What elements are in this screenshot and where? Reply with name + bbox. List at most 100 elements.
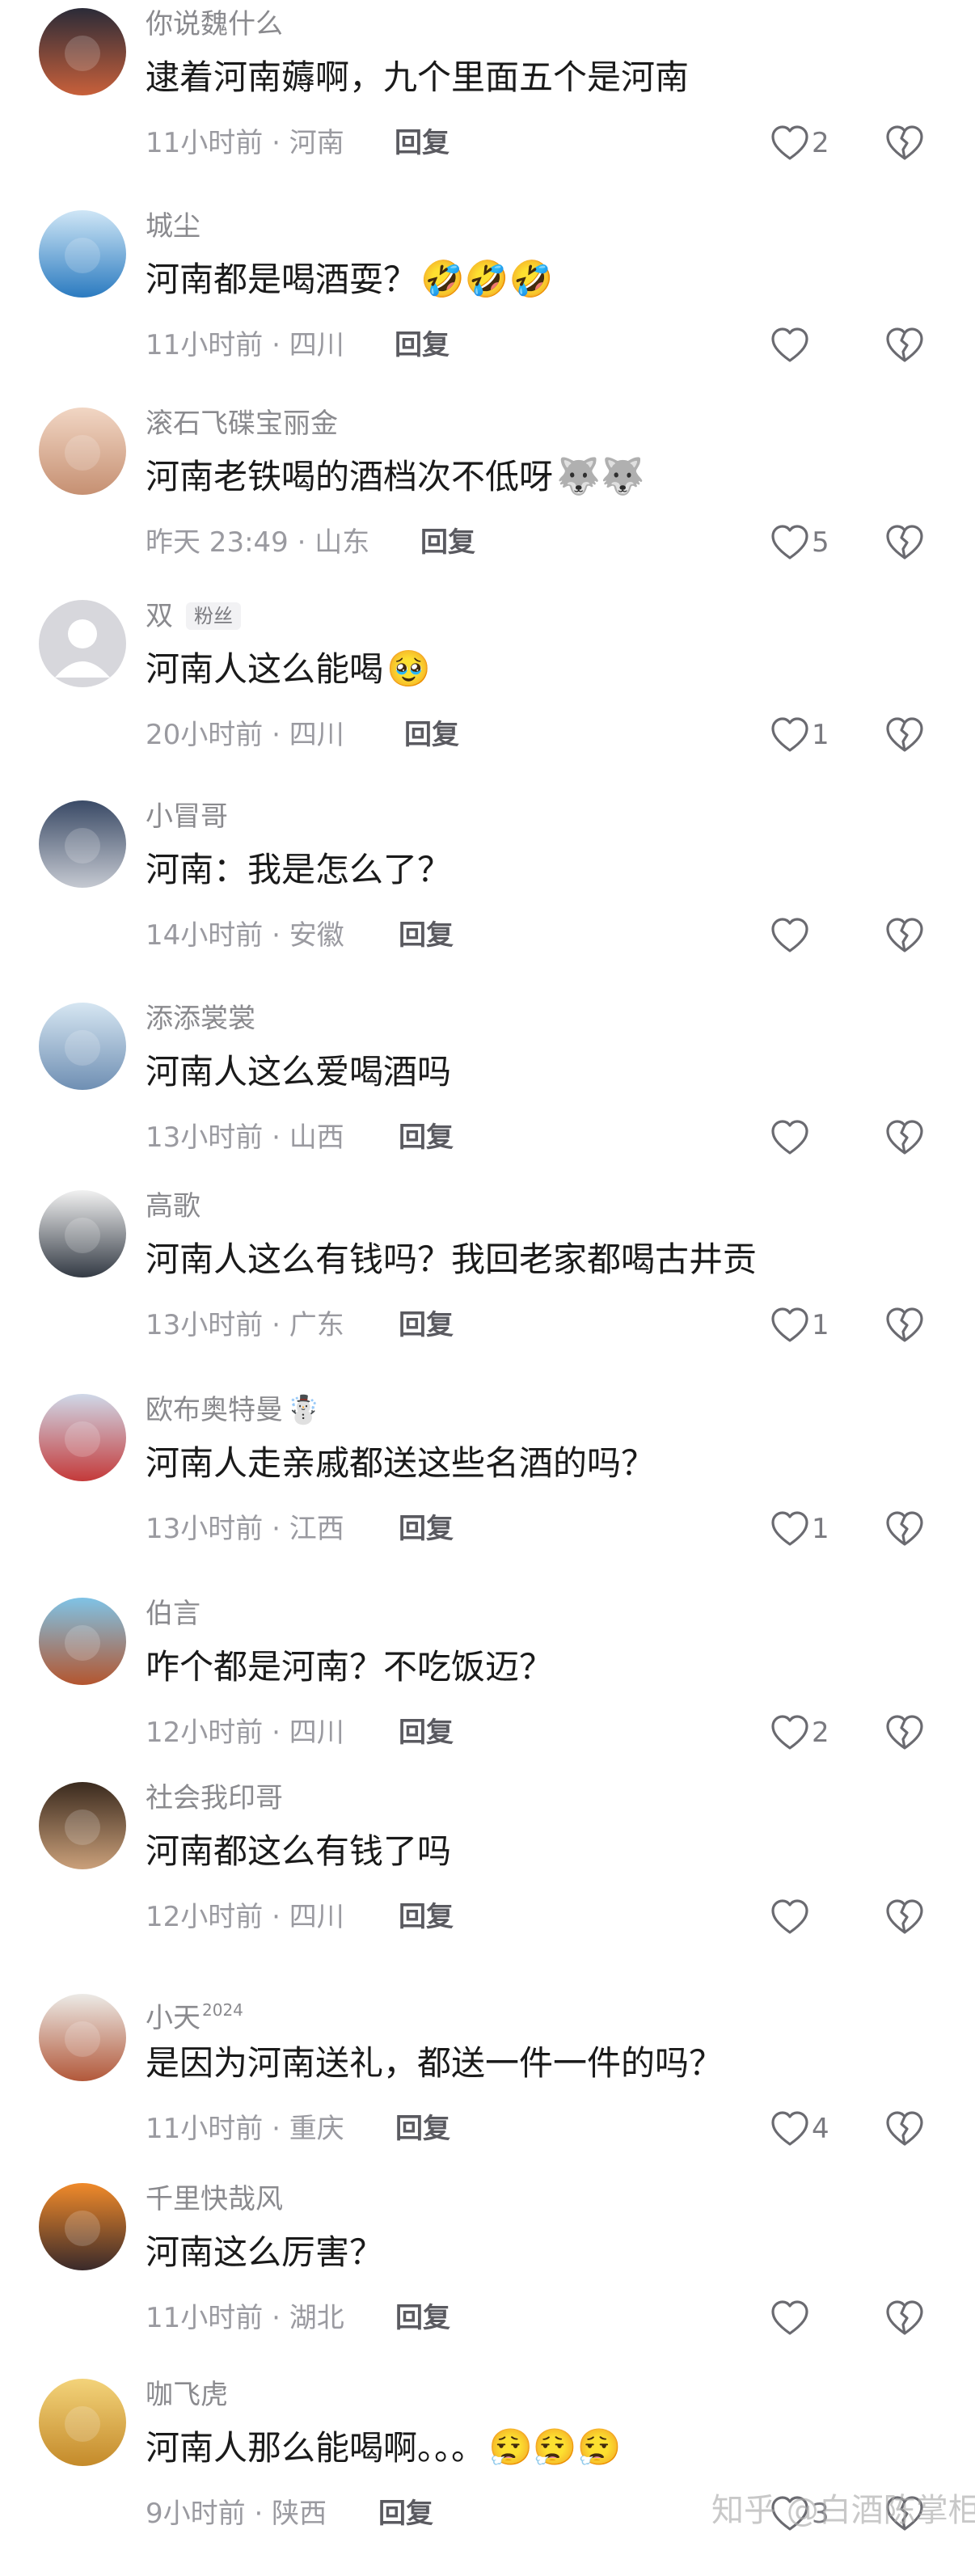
dislike-broken-heart-icon[interactable] bbox=[883, 1304, 926, 1348]
avatar[interactable] bbox=[39, 600, 126, 687]
username-row[interactable]: 城尘 bbox=[146, 210, 200, 243]
reply-button[interactable]: 回复 bbox=[378, 2497, 433, 2531]
comment-location: 四川 bbox=[289, 329, 344, 361]
like-count: 1 bbox=[812, 1513, 829, 1545]
username-row[interactable]: 小冒哥 bbox=[146, 800, 228, 833]
comment-meta: 13小时前 · 山西 bbox=[146, 1121, 344, 1154]
username-row[interactable]: 添添裳裳 bbox=[146, 1003, 255, 1035]
reply-button[interactable]: 回复 bbox=[399, 1900, 454, 1934]
comment-time: 昨天 23:49 bbox=[146, 526, 289, 559]
username[interactable]: 城尘 bbox=[146, 210, 200, 243]
dislike-broken-heart-icon[interactable] bbox=[883, 1712, 926, 1755]
comment-meta: 12小时前 · 四川 bbox=[146, 1717, 344, 1749]
avatar[interactable] bbox=[39, 2183, 126, 2270]
username[interactable]: 高歌 bbox=[146, 1190, 200, 1223]
reply-button[interactable]: 回复 bbox=[395, 126, 450, 160]
avatar[interactable] bbox=[39, 210, 126, 298]
username-row[interactable]: 滚石飞碟宝丽金 bbox=[146, 408, 338, 440]
comment-time: 12小时前 bbox=[146, 1717, 264, 1749]
dislike-broken-heart-icon[interactable] bbox=[883, 2297, 926, 2341]
username-row[interactable]: 你说魏什么 bbox=[146, 8, 283, 40]
reply-button[interactable]: 回复 bbox=[399, 1121, 454, 1155]
username[interactable]: 伯言 bbox=[146, 1598, 200, 1630]
comment-text-row: 是因为河南送礼，都送一件一件的吗？ bbox=[146, 2041, 723, 2086]
comment-location: 四川 bbox=[289, 719, 344, 751]
reply-button[interactable]: 回复 bbox=[420, 526, 475, 560]
reply-button[interactable]: 回复 bbox=[399, 1308, 454, 1342]
like-heart-icon[interactable] bbox=[768, 714, 812, 758]
username[interactable]: 小天 bbox=[146, 2002, 200, 2034]
username[interactable]: 千里快哉风 bbox=[146, 2183, 283, 2215]
username-row[interactable]: 伯言 bbox=[146, 1598, 200, 1630]
like-heart-icon[interactable] bbox=[768, 1896, 812, 1940]
username-row[interactable]: 社会我印哥 bbox=[146, 1782, 283, 1814]
comment-location: 江西 bbox=[289, 1513, 344, 1545]
comment-time: 13小时前 bbox=[146, 1513, 264, 1545]
avatar[interactable] bbox=[39, 1394, 126, 1481]
like-heart-icon[interactable] bbox=[768, 2108, 812, 2152]
reply-button[interactable]: 回复 bbox=[399, 918, 454, 952]
like-count: 4 bbox=[812, 2113, 829, 2145]
avatar[interactable] bbox=[39, 800, 126, 888]
comment-meta: 20小时前 · 四川 bbox=[146, 719, 344, 751]
comment-text: 河南人这么能喝 bbox=[146, 649, 384, 689]
like-heart-icon[interactable] bbox=[768, 1304, 812, 1348]
like-heart-icon[interactable] bbox=[768, 914, 812, 958]
avatar[interactable] bbox=[39, 2379, 126, 2466]
reply-button[interactable]: 回复 bbox=[395, 2301, 450, 2335]
avatar[interactable] bbox=[39, 8, 126, 95]
dislike-broken-heart-icon[interactable] bbox=[883, 2108, 926, 2152]
username-row[interactable]: 双粉丝 bbox=[146, 600, 241, 632]
dislike-broken-heart-icon[interactable] bbox=[883, 1117, 926, 1160]
dislike-broken-heart-icon[interactable] bbox=[883, 324, 926, 368]
reply-button[interactable]: 回复 bbox=[399, 1716, 454, 1750]
comment-text: 河南都是喝酒耍？ bbox=[146, 260, 418, 299]
reply-button[interactable]: 回复 bbox=[404, 718, 459, 752]
username-row[interactable]: 咖飞虎 bbox=[146, 2379, 228, 2411]
reply-button[interactable]: 回复 bbox=[395, 2112, 450, 2146]
like-heart-icon[interactable] bbox=[768, 122, 812, 166]
username-row[interactable]: 千里快哉风 bbox=[146, 2183, 283, 2215]
comment-text-row: 河南都这么有钱了吗 bbox=[146, 1829, 451, 1874]
comment-time: 11小时前 bbox=[146, 329, 264, 361]
avatar[interactable] bbox=[39, 1598, 126, 1685]
username[interactable]: 添添裳裳 bbox=[146, 1003, 255, 1035]
comment-text-row: 河南人这么爱喝酒吗 bbox=[146, 1049, 451, 1095]
username[interactable]: 双 bbox=[146, 600, 173, 632]
comment-text: 河南都这么有钱了吗 bbox=[146, 1831, 452, 1871]
username[interactable]: 小冒哥 bbox=[146, 800, 228, 833]
dislike-broken-heart-icon[interactable] bbox=[883, 914, 926, 958]
avatar[interactable] bbox=[39, 1782, 126, 1869]
like-heart-icon[interactable] bbox=[768, 1508, 812, 1552]
comment-text-row: 河南这么厉害？ bbox=[146, 2230, 383, 2275]
like-heart-icon[interactable] bbox=[768, 324, 812, 368]
avatar[interactable] bbox=[39, 1003, 126, 1090]
comment-time: 20小时前 bbox=[146, 719, 264, 751]
like-heart-icon[interactable] bbox=[768, 1712, 812, 1755]
avatar[interactable] bbox=[39, 1994, 126, 2081]
reply-button[interactable]: 回复 bbox=[399, 1512, 454, 1546]
reply-button[interactable]: 回复 bbox=[395, 328, 450, 362]
dislike-broken-heart-icon[interactable] bbox=[883, 1896, 926, 1940]
avatar[interactable] bbox=[39, 1190, 126, 1277]
username[interactable]: 社会我印哥 bbox=[146, 1782, 283, 1814]
username[interactable]: 咖飞虎 bbox=[146, 2379, 228, 2411]
username-row[interactable]: 高歌 bbox=[146, 1190, 200, 1223]
comment-location: 广东 bbox=[289, 1309, 344, 1341]
dislike-broken-heart-icon[interactable] bbox=[883, 1508, 926, 1552]
comment-location: 陕西 bbox=[272, 2498, 327, 2530]
like-heart-icon[interactable] bbox=[768, 522, 812, 565]
dislike-broken-heart-icon[interactable] bbox=[883, 122, 926, 166]
username[interactable]: 欧布奥特曼 bbox=[146, 1394, 283, 1426]
username-row[interactable]: 小天 2024 bbox=[146, 1994, 243, 2034]
username[interactable]: 滚石飞碟宝丽金 bbox=[146, 408, 338, 440]
avatar[interactable] bbox=[39, 408, 126, 495]
username-row[interactable]: 欧布奥特曼 ☃️ bbox=[146, 1394, 320, 1426]
like-heart-icon[interactable] bbox=[768, 1117, 812, 1160]
comment-location: 四川 bbox=[289, 1901, 344, 1933]
username[interactable]: 你说魏什么 bbox=[146, 8, 283, 40]
like-heart-icon[interactable] bbox=[768, 2297, 812, 2341]
dislike-broken-heart-icon[interactable] bbox=[883, 522, 926, 565]
comment-location: 重庆 bbox=[289, 2113, 344, 2145]
dislike-broken-heart-icon[interactable] bbox=[883, 714, 926, 758]
